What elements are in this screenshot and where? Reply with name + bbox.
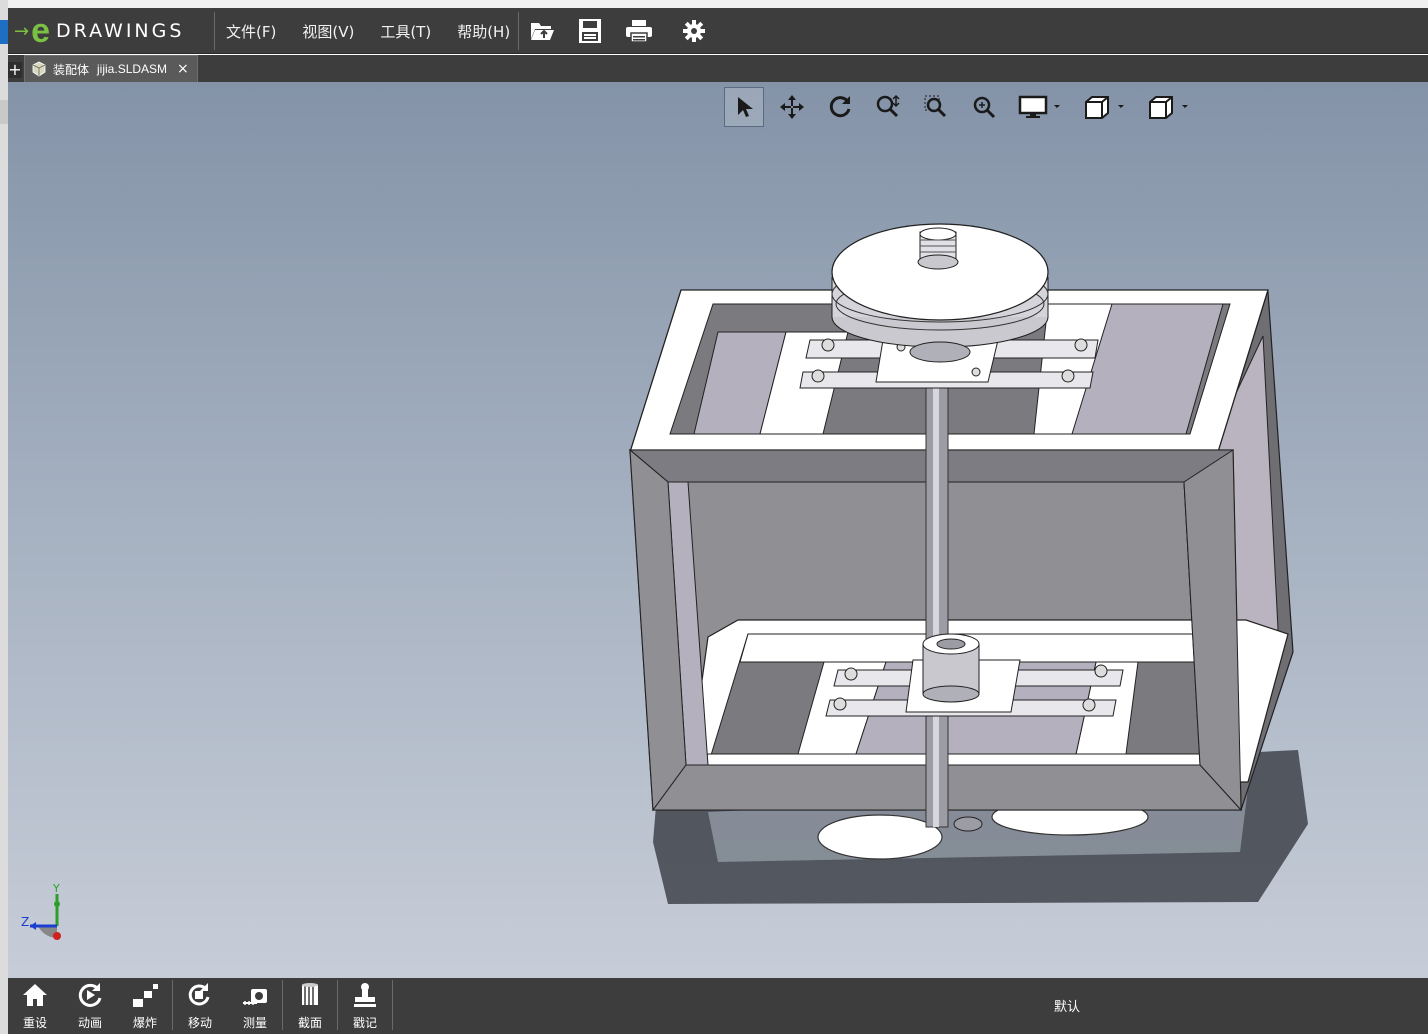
open-button[interactable]	[526, 16, 558, 46]
tab-file-name: jijia.SLDASM	[97, 62, 168, 76]
section-label: 截面	[297, 1016, 322, 1030]
animate-button[interactable]: 动画	[63, 980, 117, 1032]
section-icon	[302, 983, 318, 1005]
new-tab-button[interactable]: +	[8, 62, 22, 78]
measure-button[interactable]: 测量	[228, 980, 282, 1032]
stamp-button[interactable]: 戳记	[338, 980, 392, 1032]
move-button[interactable]: 移动	[173, 980, 227, 1032]
logo-arrow: →	[14, 20, 30, 42]
separator	[518, 12, 519, 50]
save-icon	[579, 19, 601, 43]
reset-label: 重设	[22, 1016, 47, 1030]
bottom-toolbar: 重设 动画 爆炸 移动 测量 截面 戳记 默认	[8, 978, 1428, 1034]
triad-y-label: Y	[53, 882, 60, 895]
print-button[interactable]	[623, 16, 655, 46]
menu-tools[interactable]: 工具(T)	[380, 21, 431, 42]
measure-label: 测量	[242, 1016, 267, 1030]
top-window-edge	[8, 0, 1428, 8]
explode-label: 爆炸	[132, 1016, 157, 1030]
home-icon	[23, 984, 47, 1006]
title-toolbar: → e DRAWINGS 文件(F) 视图(V) 工具(T) 帮助(H)	[8, 8, 1428, 54]
blade-left	[817, 814, 943, 860]
menu-help[interactable]: 帮助(H)	[457, 21, 510, 42]
menu-file[interactable]: 文件(F)	[226, 21, 276, 42]
open-icon	[531, 23, 554, 40]
measure-icon	[243, 989, 267, 1005]
triad-z-label: Z	[21, 915, 30, 929]
reset-button[interactable]: 重设	[8, 980, 62, 1032]
section-button[interactable]: 截面	[283, 980, 337, 1032]
logo-word: DRAWINGS	[56, 20, 185, 42]
tab-type-label: 装配体	[53, 62, 90, 77]
animate-label: 动画	[77, 1016, 102, 1030]
separator	[392, 980, 393, 1030]
move-label: 移动	[187, 1016, 212, 1030]
separator	[214, 12, 215, 50]
save-button[interactable]	[574, 16, 606, 46]
stamp-icon	[354, 983, 376, 1007]
settings-button[interactable]	[678, 16, 710, 46]
left-window-edge	[0, 0, 8, 1034]
stamp-label: 戳记	[352, 1016, 377, 1030]
coordinate-triad: Y Z	[20, 882, 70, 944]
configuration-status[interactable]: 默认	[1054, 996, 1080, 1015]
menu-bar: 文件(F) 视图(V) 工具(T) 帮助(H)	[226, 8, 536, 54]
move-icon	[188, 983, 210, 1006]
settings-icon	[683, 20, 705, 42]
explode-button[interactable]: 爆炸	[118, 980, 172, 1032]
edrawings-logo: → e DRAWINGS	[14, 14, 184, 48]
animate-icon	[78, 983, 102, 1007]
assembly-model[interactable]	[8, 82, 1428, 978]
graphics-viewport[interactable]: Y Z	[8, 82, 1428, 978]
document-tab-bar: + 装配体 jijia.SLDASM ×	[8, 55, 1428, 82]
print-icon	[626, 20, 652, 43]
document-tab[interactable]: 装配体 jijia.SLDASM ×	[24, 55, 198, 82]
assembly-icon	[32, 61, 46, 77]
logo-e: e	[31, 12, 51, 50]
explode-icon	[133, 984, 158, 1007]
menu-view[interactable]: 视图(V)	[302, 21, 354, 42]
close-tab-icon[interactable]: ×	[177, 61, 189, 77]
